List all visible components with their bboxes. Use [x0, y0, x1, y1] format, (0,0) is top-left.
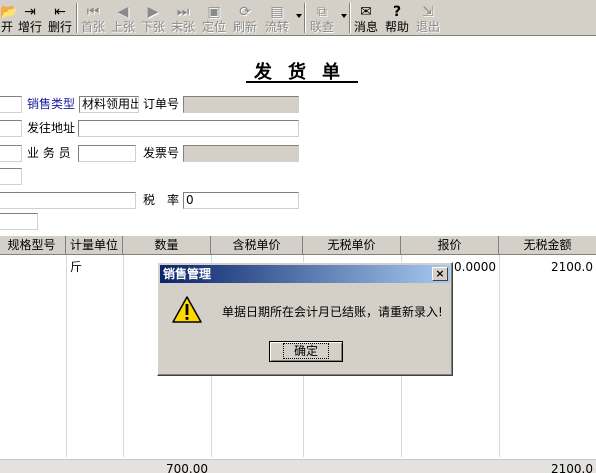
footer-amount-total: 2100.0: [551, 462, 593, 473]
grid-line: [499, 255, 500, 457]
sales-type-field[interactable]: 材料领用出: [79, 96, 139, 113]
message-icon: ✉: [360, 4, 372, 20]
left-field-6[interactable]: [0, 213, 38, 230]
grid-footer: 700.00 2100.0: [0, 459, 596, 473]
ok-button-label: 确定: [282, 343, 329, 359]
footer-quantity-total: 700.00: [166, 462, 208, 473]
col-price-with-tax[interactable]: 含税单价: [211, 236, 303, 255]
previous-record-button[interactable]: ◀ 上张: [109, 1, 137, 35]
delete-row-button[interactable]: ⇤ 删行: [46, 1, 74, 35]
last-record-label: 末张: [170, 20, 195, 34]
link-query-button[interactable]: ⧉ 联查: [307, 1, 337, 35]
grid-line: [123, 255, 124, 457]
previous-record-icon: ◀: [117, 4, 129, 20]
refresh-icon: ⟳: [239, 4, 251, 20]
previous-record-label: 上张: [110, 20, 135, 34]
ship-address-field[interactable]: [78, 120, 299, 137]
left-field-1[interactable]: [0, 96, 22, 113]
next-record-label: 下张: [140, 20, 165, 34]
col-amount[interactable]: 无税金额: [499, 236, 596, 255]
link-query-dropdown-arrow-icon[interactable]: [341, 14, 347, 18]
order-no-label: 订单号: [143, 97, 180, 111]
add-row-label: 增行: [17, 20, 42, 34]
help-button[interactable]: ? 帮助: [383, 1, 411, 35]
refresh-button[interactable]: ⟳ 刷新: [231, 1, 259, 35]
delete-row-label: 删行: [47, 20, 72, 34]
ok-button[interactable]: 确定: [269, 341, 343, 362]
locate-icon: ▣: [207, 4, 221, 20]
message-label: 消息: [353, 20, 378, 34]
close-button[interactable]: ×: [432, 267, 448, 281]
last-record-icon: ⏭: [176, 4, 190, 20]
add-row-icon: ⇥: [24, 4, 36, 20]
add-row-button[interactable]: ⇥ 增行: [16, 1, 44, 35]
toolbar-separator: [304, 3, 306, 33]
invoice-no-field: [183, 145, 299, 162]
dialog-title: 销售管理: [163, 267, 212, 281]
salesman-label: 业 务 员: [27, 146, 71, 160]
locate-button[interactable]: ▣ 定位: [200, 1, 228, 35]
col-spec[interactable]: 规格型号: [0, 236, 66, 255]
salesman-field[interactable]: [78, 145, 136, 162]
grid-header: 规格型号 计量单位 数量 含税单价 无税单价 报价 无税金额: [0, 235, 596, 255]
toolbar-separator: [349, 3, 351, 33]
col-unit[interactable]: 计量单位: [66, 236, 123, 255]
workflow-button[interactable]: ▤ 流转: [262, 1, 292, 35]
left-field-4[interactable]: [0, 168, 22, 185]
workflow-dropdown-arrow-icon[interactable]: [296, 14, 302, 18]
warning-icon: [172, 296, 202, 323]
left-field-3[interactable]: [0, 145, 22, 162]
sales-type-label: 销售类型: [27, 97, 76, 111]
exit-icon: ⇲: [422, 4, 434, 20]
title-underline: [246, 81, 358, 83]
help-icon: ?: [392, 4, 402, 20]
left-field-5[interactable]: [0, 192, 136, 209]
delete-row-icon: ⇤: [54, 4, 66, 20]
locate-label: 定位: [201, 20, 226, 34]
left-field-2[interactable]: [0, 120, 22, 137]
tax-rate-field[interactable]: 0: [183, 192, 299, 209]
grid-line: [66, 255, 67, 457]
workflow-icon: ▤: [270, 4, 284, 20]
open-label: 开: [0, 20, 13, 34]
invoice-no-label: 发票号: [143, 146, 180, 160]
row1-amount[interactable]: 2100.0: [499, 260, 593, 274]
exit-button[interactable]: ⇲ 退出: [414, 1, 442, 35]
first-record-label: 首张: [80, 20, 105, 34]
open-button[interactable]: 📂 开: [0, 1, 18, 35]
message-button[interactable]: ✉ 消息: [352, 1, 380, 35]
last-record-button[interactable]: ⏭ 末张: [169, 1, 197, 35]
tax-rate-label: 税 率: [143, 193, 180, 207]
first-record-button[interactable]: ⏮ 首张: [79, 1, 107, 35]
exit-label: 退出: [415, 20, 440, 34]
close-icon: ×: [435, 267, 445, 280]
ship-address-label: 发往地址: [27, 121, 76, 135]
row1-unit[interactable]: 斤: [70, 260, 82, 274]
col-price-without-tax[interactable]: 无税单价: [303, 236, 401, 255]
next-record-icon: ▶: [147, 4, 159, 20]
link-query-label: 联查: [309, 20, 334, 34]
order-no-field: [183, 96, 299, 113]
col-quantity[interactable]: 数量: [123, 236, 211, 255]
first-record-icon: ⏮: [86, 4, 100, 20]
refresh-label: 刷新: [232, 20, 257, 34]
dialog-message: 单据日期所在会计月已结账，请重新录入!: [222, 305, 443, 319]
help-label: 帮助: [384, 20, 409, 34]
workflow-label: 流转: [264, 20, 289, 34]
link-query-icon: ⧉: [317, 4, 327, 20]
open-icon: 📂: [0, 4, 18, 20]
error-dialog: 销售管理 × 单据日期所在会计月已结账，请重新录入! 确定: [157, 262, 453, 376]
next-record-button[interactable]: ▶ 下张: [139, 1, 167, 35]
toolbar: 📂 开 ⇥ 增行 ⇤ 删行 ⏮ 首张 ◀ 上张 ▶ 下张 ⏭ 末张 ▣ 定位 ⟳…: [0, 0, 596, 36]
dialog-title-bar[interactable]: 销售管理 ×: [160, 265, 450, 283]
toolbar-separator: [76, 3, 78, 33]
col-quote[interactable]: 报价: [401, 236, 499, 255]
